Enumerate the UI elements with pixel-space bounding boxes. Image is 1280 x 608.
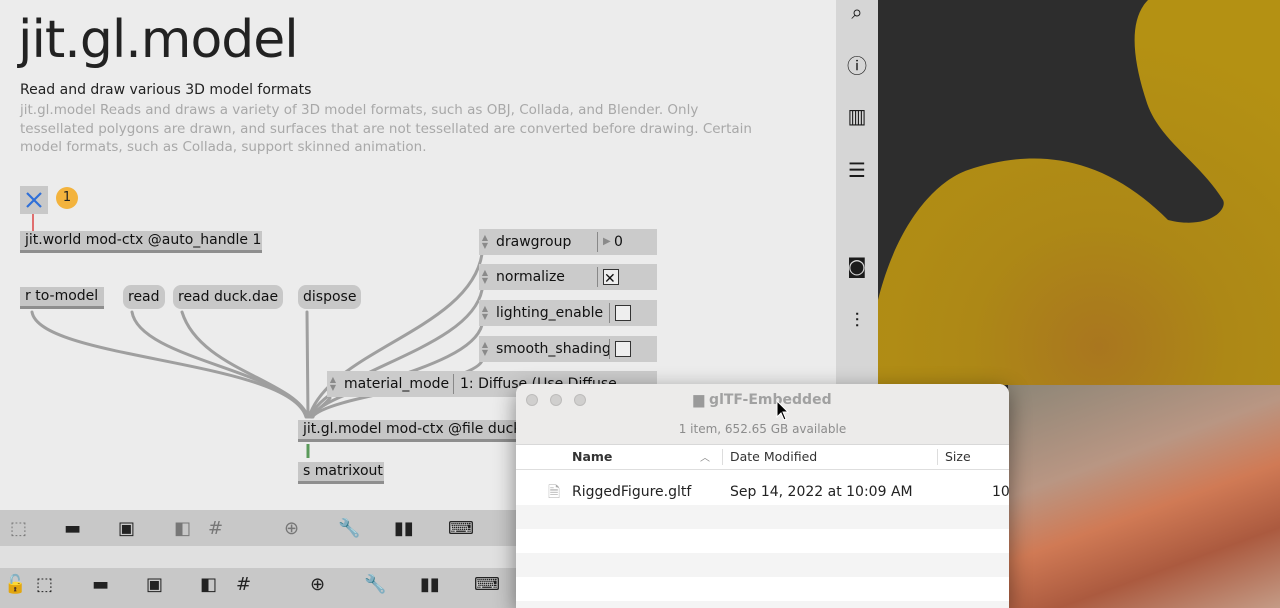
file-row[interactable]: 🗎 RiggedFigure.gltf Sep 14, 2022 at 10:0… <box>516 481 1009 505</box>
keyboard-piano-icon[interactable]: ▮▮ <box>420 574 440 595</box>
gl-render-window[interactable] <box>878 0 1280 385</box>
presentation-icon[interactable]: ▬ <box>64 518 81 539</box>
finder-column-header: Name ︿ Date Modified Size <box>516 445 1009 470</box>
attr-label: normalize <box>496 269 565 285</box>
keyboard-icon[interactable]: ⌨ <box>474 574 500 595</box>
scroll-strip[interactable] <box>0 546 520 568</box>
reference-book-icon[interactable]: ▥ <box>836 104 878 128</box>
step-badge: 1 <box>56 187 78 209</box>
number-triangle-icon: ▶ <box>603 236 611 247</box>
mixer-sliders-icon[interactable]: ⫶ <box>836 308 878 332</box>
lock-icon[interactable]: 🔓 <box>4 574 26 595</box>
attr-label: smooth_shading <box>496 341 611 357</box>
finder-window[interactable]: ▆ glTF-Embedded 1 item, 652.65 GB availa… <box>516 384 1009 608</box>
empty-row <box>516 553 1009 577</box>
finder-title: ▆ glTF-Embedded <box>516 392 1009 408</box>
file-size: 10 <box>992 484 1009 500</box>
search-icon[interactable]: ⌕ <box>836 0 878 24</box>
presentation-icon[interactable]: ▬ <box>92 574 109 595</box>
drawgroup-value[interactable]: 0 <box>614 229 623 255</box>
wrench-icon[interactable]: 🔧 <box>364 574 386 595</box>
duck-render <box>878 0 1280 385</box>
windows-icon[interactable]: ▣ <box>146 574 163 595</box>
dispose-message[interactable]: dispose <box>298 285 362 309</box>
spin-arrows-icon: ▲ ▼ <box>481 304 489 321</box>
info-icon[interactable]: ⓘ <box>836 50 878 79</box>
file-name: RiggedFigure.gltf <box>572 484 692 500</box>
send-object[interactable]: s matrixout <box>298 462 384 484</box>
wrench-icon[interactable]: 🔧 <box>338 518 360 539</box>
read-message[interactable]: read <box>123 285 165 309</box>
list-icon[interactable]: ☰ <box>836 158 878 182</box>
spin-arrows-icon: ▲ ▼ <box>481 268 489 285</box>
lighting-enable-checkbox[interactable] <box>615 305 631 321</box>
second-toolbar: 🔓 ⬚ ▬ ▣ ◧ # ⊕ 🔧 ▮▮ ⌨ <box>0 568 520 608</box>
column-size[interactable]: Size <box>945 449 971 464</box>
jit-world-object[interactable]: jit.world mod-ctx @auto_handle 1 <box>20 231 262 253</box>
toggle-x-icon <box>26 192 42 208</box>
finder-status: 1 item, 652.65 GB available <box>678 422 847 436</box>
column-name[interactable]: Name <box>572 449 612 464</box>
mouse-cursor-icon <box>776 400 790 421</box>
snap-icon[interactable]: ◧ <box>200 574 217 595</box>
read-duck-message[interactable]: read duck.dae <box>173 285 284 309</box>
snap-icon[interactable]: ◧ <box>174 518 191 539</box>
empty-row <box>516 505 1009 529</box>
patcher-toolbar: ⬚ ▬ ▣ ◧ # ⊕ 🔧 ▮▮ ⌨ <box>0 510 520 546</box>
spin-arrows-icon: ▲ ▼ <box>481 233 489 250</box>
smooth-shading-checkbox[interactable] <box>615 341 631 357</box>
toggle-render[interactable] <box>20 186 48 214</box>
spin-arrows-icon: ▲ ▼ <box>481 340 489 357</box>
folder-icon: ▆ <box>693 392 705 408</box>
camera-icon[interactable]: ◙ <box>836 254 878 278</box>
attr-label: material_mode <box>344 376 450 392</box>
file-date: Sep 14, 2022 at 10:09 AM <box>730 484 913 500</box>
chevron-up-icon[interactable]: ︿ <box>700 449 710 464</box>
add-object-icon[interactable]: ⊕ <box>310 574 325 595</box>
attr-label: drawgroup <box>496 234 572 250</box>
attr-label: lighting_enable <box>496 305 604 321</box>
attrui-smooth-shading[interactable]: ▲ ▼ smooth_shading <box>479 336 657 362</box>
grid-icon[interactable]: # <box>208 518 223 539</box>
select-icon[interactable]: ⬚ <box>36 574 53 595</box>
jit-gl-model-object[interactable]: jit.gl.model mod-ctx @file duck. <box>298 420 538 442</box>
keyboard-icon[interactable]: ⌨ <box>448 518 474 539</box>
attrui-drawgroup[interactable]: ▲ ▼ drawgroup ▶ 0 <box>479 229 657 255</box>
attrui-normalize[interactable]: ▲ ▼ normalize <box>479 264 657 290</box>
spin-arrows-icon: ▲ ▼ <box>329 375 337 392</box>
grid-icon[interactable]: # <box>236 574 251 595</box>
attrui-lighting-enable[interactable]: ▲ ▼ lighting_enable <box>479 300 657 326</box>
windows-icon[interactable]: ▣ <box>118 518 135 539</box>
empty-row <box>516 601 1009 608</box>
desktop-wallpaper <box>1008 385 1280 608</box>
normalize-checkbox[interactable] <box>603 266 619 290</box>
keyboard-piano-icon[interactable]: ▮▮ <box>394 518 414 539</box>
finder-title-text: glTF-Embedded <box>709 392 832 408</box>
select-icon[interactable]: ⬚ <box>10 518 27 539</box>
finder-titlebar[interactable]: ▆ glTF-Embedded 1 item, 652.65 GB availa… <box>516 384 1009 445</box>
receive-object[interactable]: r to-model <box>20 287 104 309</box>
add-object-icon[interactable]: ⊕ <box>284 518 299 539</box>
column-date-modified[interactable]: Date Modified <box>730 449 817 464</box>
document-icon: 🗎 <box>548 483 561 501</box>
